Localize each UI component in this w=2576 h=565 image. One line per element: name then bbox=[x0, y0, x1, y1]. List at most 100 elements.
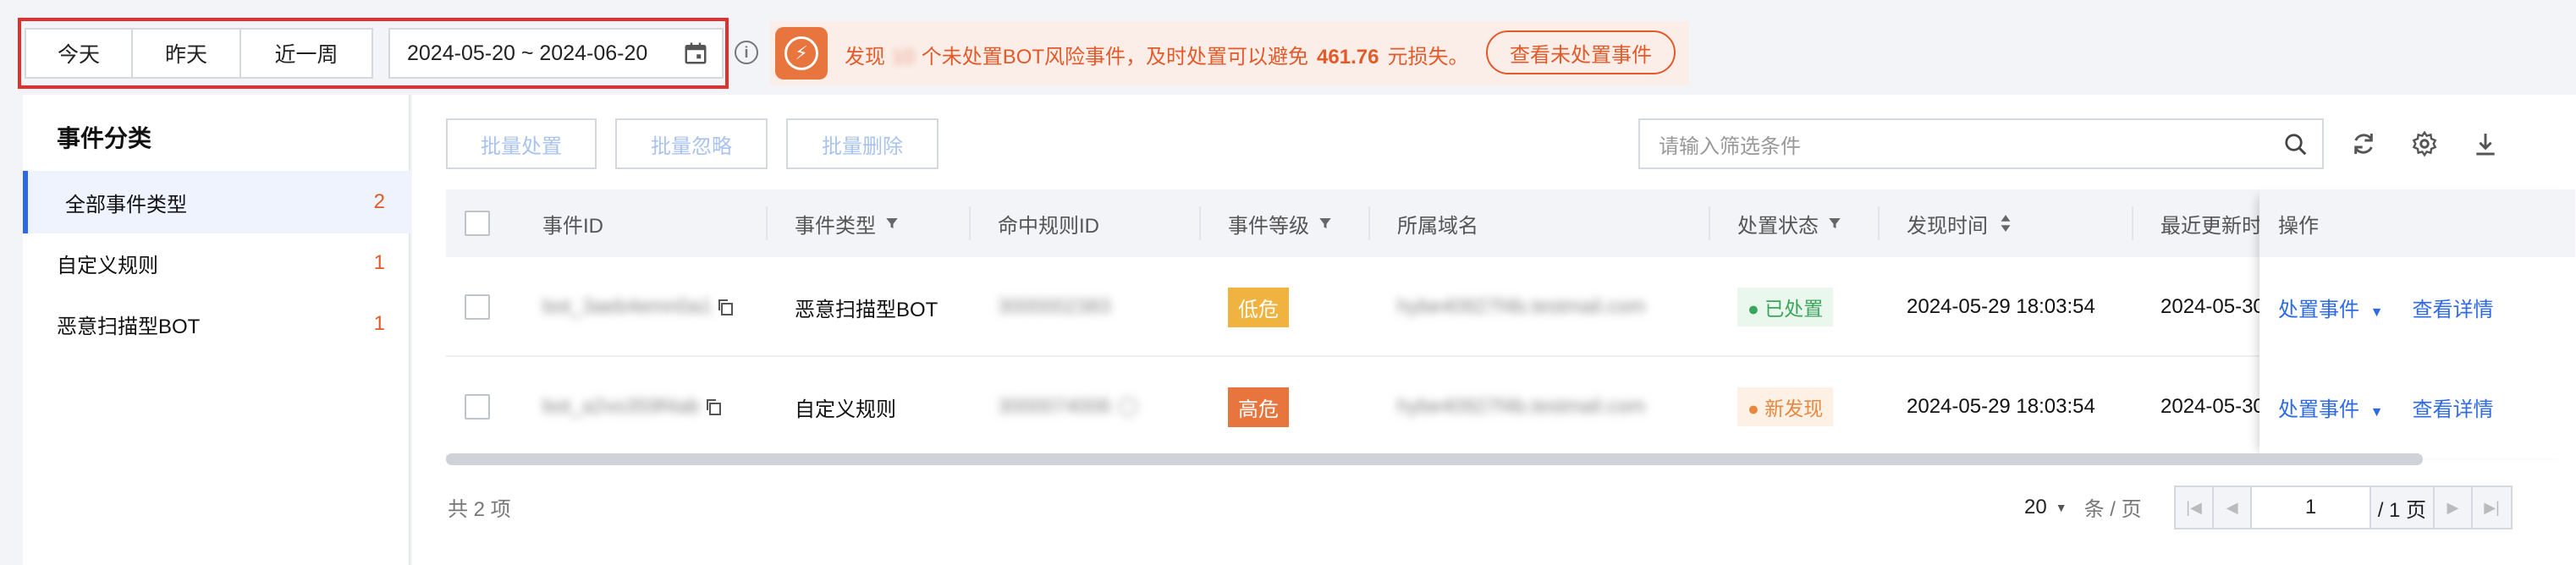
level-cell: 高危 bbox=[1228, 357, 1289, 457]
last-page-button[interactable]: ▶| bbox=[2473, 487, 2511, 528]
risk-alert-banner: ⚡ 发现 10 个未处置BOT风险事件，及时处置可以避免 461.76 元损失。… bbox=[770, 21, 1689, 85]
view-detail-link[interactable]: 查看详情 bbox=[2413, 293, 2494, 322]
col-level[interactable]: 事件等级 bbox=[1228, 189, 1333, 257]
column-divider bbox=[1878, 206, 1880, 240]
sidebar-title: 事件分类 bbox=[57, 125, 152, 151]
col-domain: 所属域名 bbox=[1397, 214, 1478, 238]
col-ops: 操作 bbox=[2278, 214, 2319, 238]
col-event-type-label: 事件类型 bbox=[795, 214, 876, 238]
event-id-cell: bot_a2vo359f4ab bbox=[542, 357, 724, 457]
page-size-value: 20 bbox=[2024, 495, 2047, 518]
date-range-picker[interactable]: 2024-05-20 ~ 2024-06-20 bbox=[388, 28, 724, 79]
col-event-type[interactable]: 事件类型 bbox=[795, 189, 900, 257]
sidebar-item-label: 全部事件类型 bbox=[65, 193, 187, 217]
today-button[interactable]: 今天 bbox=[26, 30, 133, 77]
batch-handle-button[interactable]: 批量处置 bbox=[446, 118, 597, 169]
batch-delete-button[interactable]: 批量删除 bbox=[786, 118, 938, 169]
col-status[interactable]: 处置状态 bbox=[1737, 189, 1842, 257]
handle-event-dropdown[interactable]: 处置事件 ▼ bbox=[2278, 392, 2384, 422]
prev-page-button[interactable]: ◀ bbox=[2214, 487, 2253, 528]
quick-date-group: 今天 昨天 近一周 bbox=[25, 28, 373, 79]
found-time-cell: 2024-05-29 18:03:54 bbox=[1907, 395, 2095, 418]
ops-cell: 处置事件 ▼ 查看详情 bbox=[2278, 357, 2494, 457]
handle-event-label: 处置事件 bbox=[2278, 398, 2359, 421]
sidebar-item-malicious-scan-bot[interactable]: 恶意扫描型BOT 1 bbox=[23, 293, 410, 355]
refresh-icon[interactable] bbox=[2350, 130, 2377, 157]
next-page-button[interactable]: ▶ bbox=[2435, 487, 2474, 528]
col-found-time[interactable]: 发现时间 bbox=[1907, 189, 2012, 257]
main-panel: 批量处置 批量忽略 批量删除 请输入筛选条件 事件ID 事件类型 命中规则ID bbox=[412, 95, 2576, 565]
status-cell: ● 已处置 bbox=[1737, 257, 1834, 357]
search-input[interactable]: 请输入筛选条件 bbox=[1638, 118, 2324, 169]
caret-down-icon: ▼ bbox=[2370, 304, 2384, 320]
copy-icon[interactable] bbox=[703, 397, 724, 417]
updated-time-cell: 2024-05-30 bbox=[2160, 395, 2265, 418]
alert-suffix: 元损失。 bbox=[1387, 46, 1469, 69]
pagination: |◀ ◀ 1 / 1 页 ▶ ▶| bbox=[2174, 485, 2513, 529]
horizontal-scrollbar[interactable] bbox=[446, 453, 2423, 465]
domain-cell: hybe40927f4b.testmail.com bbox=[1397, 395, 1646, 418]
info-icon[interactable]: i bbox=[735, 41, 758, 64]
filter-icon[interactable] bbox=[884, 216, 900, 231]
sort-icon[interactable] bbox=[2000, 214, 2012, 233]
page-size-select[interactable]: 20 ▼ 条 / 页 bbox=[2024, 492, 2142, 522]
search-placeholder: 请输入筛选条件 bbox=[1659, 134, 1801, 158]
column-divider bbox=[969, 206, 971, 240]
column-divider bbox=[766, 206, 768, 240]
status-text: 已处置 bbox=[1764, 298, 1824, 320]
level-badge: 低危 bbox=[1228, 287, 1289, 327]
sidebar-item-count: 1 bbox=[373, 251, 385, 274]
view-detail-link[interactable]: 查看详情 bbox=[2413, 392, 2494, 422]
status-text: 新发现 bbox=[1764, 398, 1824, 420]
column-divider bbox=[1368, 206, 1370, 240]
table-row: bot_a2vo359f4ab 自定义规则 3000074006 高危 hybe… bbox=[446, 357, 2575, 457]
event-type-cell: 恶意扫描型BOT bbox=[795, 298, 938, 321]
operations-column: 操作 处置事件 ▼ 查看详情 处置事件 ▼ 查看详情 bbox=[2260, 189, 2575, 458]
handle-event-dropdown[interactable]: 处置事件 ▼ bbox=[2278, 293, 2384, 322]
event-category-sidebar: 事件分类 全部事件类型 2 自定义规则 1 恶意扫描型BOT 1 bbox=[23, 95, 410, 565]
found-time-cell: 2024-05-29 18:03:54 bbox=[1907, 295, 2095, 318]
col-status-label: 处置状态 bbox=[1737, 214, 1819, 238]
row-checkbox[interactable] bbox=[465, 394, 490, 420]
filter-icon[interactable] bbox=[1318, 216, 1333, 231]
sidebar-item-custom-rule[interactable]: 自定义规则 1 bbox=[23, 232, 410, 294]
last-week-button[interactable]: 近一周 bbox=[241, 30, 372, 77]
copy-icon[interactable] bbox=[715, 297, 735, 317]
sidebar-item-label: 恶意扫描型BOT bbox=[57, 315, 201, 338]
info-icon bbox=[1119, 398, 1138, 416]
search-icon[interactable] bbox=[2283, 132, 2309, 157]
download-icon[interactable] bbox=[2472, 130, 2499, 157]
level-cell: 低危 bbox=[1228, 257, 1289, 357]
batch-ignore-button[interactable]: 批量忽略 bbox=[615, 118, 768, 169]
alert-count: 10 bbox=[892, 46, 915, 69]
alert-message: 发现 10 个未处置BOT风险事件，及时处置可以避免 461.76 元损失。 bbox=[845, 40, 1468, 69]
first-page-button[interactable]: |◀ bbox=[2176, 487, 2215, 528]
column-divider bbox=[1709, 206, 1710, 240]
col-level-label: 事件等级 bbox=[1228, 214, 1309, 238]
sidebar-item-count: 2 bbox=[373, 190, 385, 213]
column-divider bbox=[2132, 206, 2133, 240]
event-id-value: bot_a2vo359f4ab bbox=[542, 395, 700, 418]
status-badge: ● 已处置 bbox=[1737, 288, 1834, 326]
total-count: 共 2 项 bbox=[448, 498, 511, 521]
sidebar-item-count: 1 bbox=[373, 312, 385, 335]
gear-icon[interactable] bbox=[2411, 130, 2438, 157]
page-size-unit: 条 / 页 bbox=[2083, 498, 2142, 521]
filter-icon[interactable] bbox=[1827, 216, 1842, 231]
table-header: 事件ID 事件类型 命中规则ID 事件等级 所属域名 处置状态 发现时间 最近更… bbox=[446, 189, 2575, 257]
caret-down-icon: ▼ bbox=[2055, 500, 2067, 514]
updated-time-cell: 2024-05-30 bbox=[2160, 295, 2265, 318]
alert-middle: 个未处置BOT风险事件，及时处置可以避免 bbox=[921, 46, 1309, 69]
select-all-checkbox[interactable] bbox=[465, 211, 490, 236]
rule-id-cell: 3000002383 bbox=[998, 295, 1111, 318]
date-range-value: 2024-05-20 ~ 2024-06-20 bbox=[407, 41, 648, 65]
row-checkbox[interactable] bbox=[465, 294, 490, 320]
table-row: bot_3aeb4emn0a1 恶意扫描型BOT 3000002383 低危 h… bbox=[446, 257, 2575, 357]
sidebar-item-all[interactable]: 全部事件类型 2 bbox=[23, 171, 410, 233]
rule-id-cell: 3000074006 bbox=[998, 357, 1138, 457]
page-number-input[interactable]: 1 bbox=[2252, 487, 2371, 528]
operations-header: 操作 bbox=[2260, 189, 2575, 257]
yesterday-button[interactable]: 昨天 bbox=[133, 30, 241, 77]
top-bar: 今天 昨天 近一周 2024-05-20 ~ 2024-06-20 i ⚡ 发现… bbox=[0, 0, 2576, 95]
view-unhandled-button[interactable]: 查看未处置事件 bbox=[1486, 30, 1676, 74]
